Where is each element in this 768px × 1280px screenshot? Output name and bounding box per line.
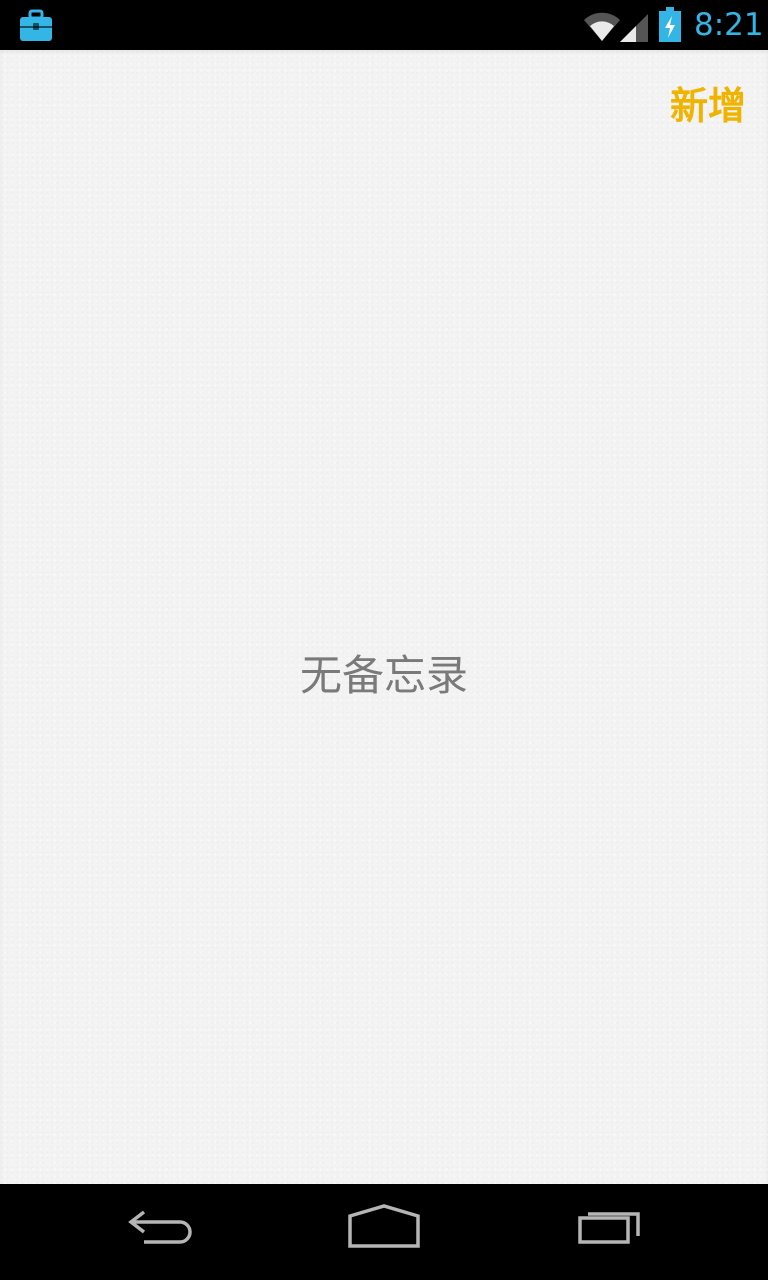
home-icon <box>348 1204 420 1248</box>
navigation-bar <box>0 1184 768 1280</box>
signal-icon <box>620 14 648 42</box>
wifi-icon <box>584 12 620 41</box>
empty-state-message: 无备忘录 <box>299 651 468 700</box>
screen: 8:21 新增 无备忘录 <box>0 0 768 1280</box>
status-clock: 8:21 <box>694 7 764 43</box>
battery-charging-icon <box>659 7 681 42</box>
memo-list-area: 新增 无备忘录 <box>0 50 768 1184</box>
home-button[interactable] <box>329 1202 439 1262</box>
add-memo-button[interactable]: 新增 <box>670 84 746 128</box>
back-button[interactable] <box>105 1202 215 1262</box>
recents-icon <box>578 1212 640 1244</box>
status-bar: 8:21 <box>0 0 768 50</box>
recents-button[interactable] <box>555 1202 665 1262</box>
briefcase-icon <box>20 9 52 41</box>
back-icon <box>128 1210 192 1244</box>
